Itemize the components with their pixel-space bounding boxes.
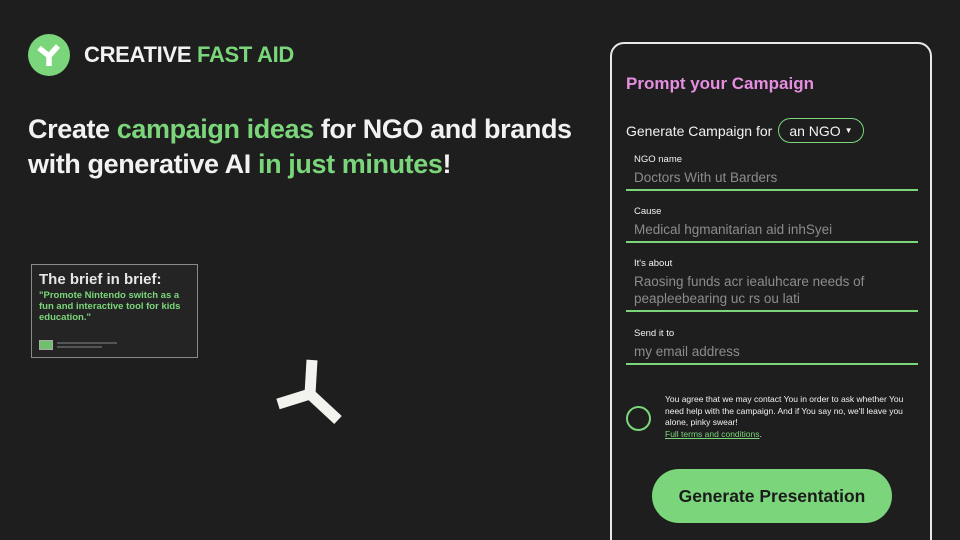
terms-link[interactable]: Full terms and conditions [665, 429, 760, 439]
hero-text: for NGO and brands [313, 114, 572, 144]
hero-highlight: in just minutes [257, 149, 443, 179]
hero-headline: Create campaign ideas for NGO and brands… [28, 112, 588, 182]
email-label: Send it to [634, 328, 675, 339]
chevron-down-icon: ▼ [844, 126, 853, 135]
brand-logo[interactable]: CREATIVE FAST AID [28, 34, 294, 76]
brief-footer [39, 340, 117, 350]
thumbnail-icon [39, 340, 53, 350]
brand-name-part2: FAST AID [197, 42, 295, 67]
brief-quote: "Promote Nintendo switch as a fun and in… [39, 290, 181, 323]
hero-text: Create [28, 114, 117, 144]
brief-card[interactable]: The brief in brief: "Promote Nintendo sw… [31, 264, 198, 358]
hero-highlight: campaign ideas [116, 114, 314, 144]
y-shape-icon [28, 34, 70, 76]
terms-period: . [759, 428, 762, 439]
email-input[interactable]: my email address [626, 343, 918, 363]
y-shape-icon [272, 356, 348, 433]
about-field[interactable]: It's about Raosing funds acr iealuhcare … [626, 258, 918, 312]
cause-input[interactable]: Medical hgmanitarian aid inhSyei [626, 221, 918, 241]
ngo-name-label: NGO name [634, 154, 683, 165]
footer-line [57, 342, 117, 344]
campaign-form-panel: Prompt your Campaign Generate Campaign f… [610, 42, 932, 540]
generate-for-label: Generate Campaign for [626, 122, 773, 139]
ngo-name-field[interactable]: NGO name Doctors With ut Barders [626, 154, 918, 191]
hero-line-1: Create campaign ideas for NGO and brands [28, 112, 588, 147]
brief-footer-lines [57, 340, 117, 350]
cause-label: Cause [634, 206, 662, 217]
consent-message: You agree that we may contact You in ord… [665, 394, 904, 427]
hero-text: with generative AI [28, 149, 258, 179]
consent-radio[interactable] [626, 406, 651, 431]
brief-title: The brief in brief: [39, 271, 162, 288]
ngo-name-input[interactable]: Doctors With ut Barders [626, 169, 918, 189]
email-field[interactable]: Send it to my email address [626, 328, 918, 365]
hero-text: ! [442, 149, 452, 179]
form-title: Prompt your Campaign [626, 74, 814, 93]
generate-presentation-button[interactable]: Generate Presentation [652, 469, 892, 523]
generate-for-row: Generate Campaign for an NGO ▼ [626, 118, 864, 143]
target-type-select[interactable]: an NGO ▼ [778, 118, 864, 143]
brand-name-part1: CREATIVE [84, 42, 198, 67]
brand-name: CREATIVE FAST AID [84, 42, 294, 68]
footer-line [57, 346, 102, 348]
target-type-value: an NGO [789, 122, 841, 139]
about-input[interactable]: Raosing funds acr iealuhcare needs of pe… [626, 273, 918, 310]
about-label: It's about [634, 258, 673, 269]
cause-field[interactable]: Cause Medical hgmanitarian aid inhSyei [626, 206, 918, 243]
consent-text: You agree that we may contact You in ord… [665, 394, 911, 440]
hero-line-2: with generative AI in just minutes! [28, 147, 588, 182]
